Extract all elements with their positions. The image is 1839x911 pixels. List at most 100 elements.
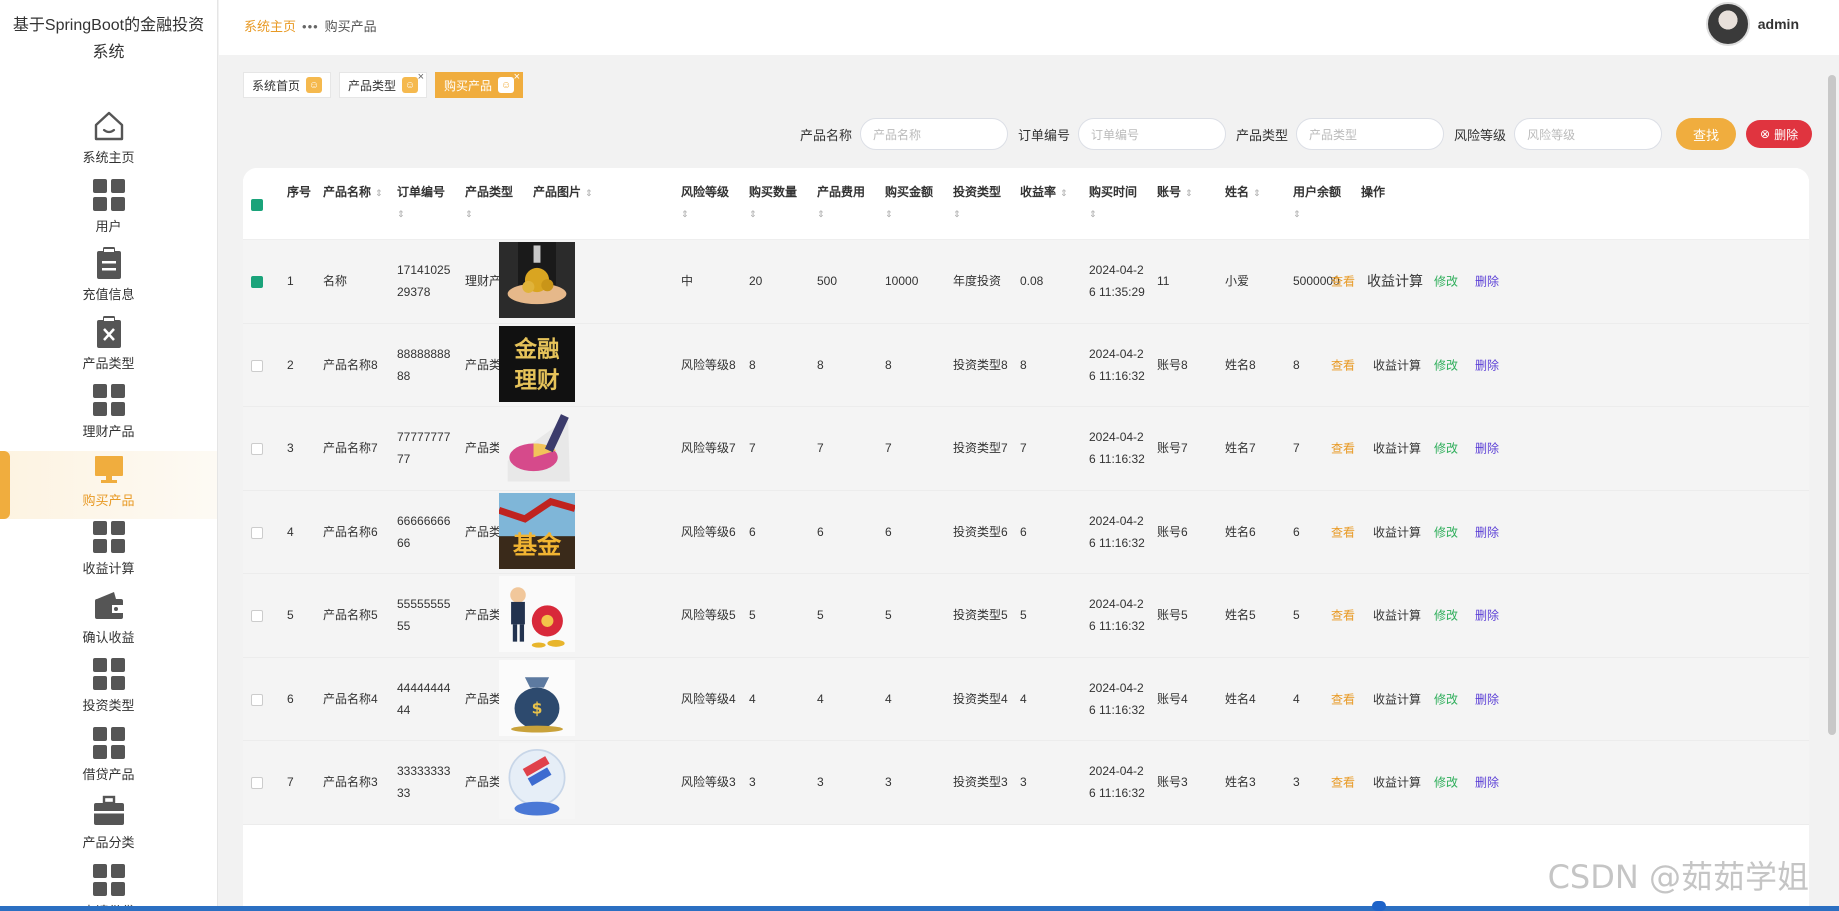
horizontal-scrollbar[interactable]	[0, 901, 1839, 911]
calc-income-button[interactable]: 收益计算	[1373, 774, 1421, 791]
calc-income-button[interactable]: 收益计算	[1373, 356, 1421, 373]
column-header[interactable]: 收益率 ⇕	[1020, 182, 1068, 203]
sort-icon[interactable]: ⇕	[375, 183, 383, 203]
column-header[interactable]: 投资类型 ⇕	[953, 182, 1001, 224]
sidebar-item-1[interactable]: 用户	[0, 177, 217, 246]
sort-icon[interactable]: ⇕	[953, 204, 1001, 224]
sort-icon[interactable]: ⇕	[1253, 183, 1261, 203]
find-button[interactable]: 查找	[1676, 118, 1737, 150]
sidebar-item-4[interactable]: 理财产品	[0, 382, 217, 451]
order-number-input[interactable]: 订单编号	[1078, 118, 1227, 150]
sort-icon[interactable]: ⇕	[885, 204, 933, 224]
sidebar-item-9[interactable]: 借贷产品	[0, 725, 217, 794]
calc-income-button[interactable]: 收益计算	[1373, 523, 1421, 540]
product-name-input[interactable]: 产品名称	[860, 118, 1009, 150]
sidebar-item-10[interactable]: 产品分类	[0, 793, 217, 862]
sort-icon[interactable]: ⇕	[749, 204, 797, 224]
edit-button[interactable]: 修改	[1434, 774, 1458, 791]
column-header[interactable]: 购买金额 ⇕	[885, 182, 933, 224]
tab-2[interactable]: 购买产品 ☺ ×	[435, 71, 524, 98]
calc-income-button[interactable]: 收益计算	[1373, 607, 1421, 624]
row-checkbox[interactable]	[251, 359, 263, 372]
row-checkbox[interactable]	[251, 276, 263, 288]
delete-row-button[interactable]: 删除	[1475, 440, 1499, 457]
sidebar-item-2[interactable]: 充值信息	[0, 245, 217, 314]
edit-button[interactable]: 修改	[1434, 523, 1458, 540]
column-header[interactable]: 产品图片 ⇕	[533, 182, 593, 203]
delete-row-button[interactable]: 删除	[1475, 774, 1499, 791]
row-checkbox[interactable]	[251, 693, 263, 706]
view-button[interactable]: 查看	[1331, 774, 1355, 791]
select-all-checkbox[interactable]	[251, 199, 263, 211]
column-header[interactable]: 购买数量 ⇕	[749, 182, 797, 224]
calc-income-button[interactable]: 收益计算	[1373, 690, 1421, 707]
sort-icon[interactable]: ⇕	[1293, 204, 1341, 224]
sidebar-item-5[interactable]: 购买产品	[0, 450, 217, 519]
tab-0[interactable]: 系统首页 ☺	[243, 72, 332, 98]
edit-button[interactable]: 修改	[1434, 607, 1458, 624]
sidebar-item-3[interactable]: 产品类型	[0, 314, 217, 383]
product-type-input[interactable]: 产品类型	[1296, 118, 1445, 150]
close-icon[interactable]: ×	[418, 71, 424, 83]
column-header[interactable]: 订单编号 ⇕	[397, 182, 445, 224]
column-header[interactable]: 账号 ⇕	[1157, 182, 1193, 203]
row-checkbox[interactable]	[251, 526, 263, 539]
column-header[interactable]: 产品名称 ⇕	[323, 182, 383, 203]
table-row[interactable]: 6 产品名称4 产品类型4 风险等级4 4 4 4 投资类型4 4 账号4 姓名4 4 44444444…	[243, 657, 1809, 741]
row-checkbox[interactable]	[251, 777, 263, 789]
sidebar-item-7[interactable]: 确认收益	[0, 588, 217, 657]
column-header[interactable]: 姓名 ⇕	[1225, 182, 1261, 203]
table-row[interactable]: 7 产品名称3 产品类型3 风险等级3 3 3 3 投资类型3 3 账号3 姓名3 3 33333333…	[243, 741, 1809, 825]
calc-income-button[interactable]: 收益计算	[1373, 440, 1421, 457]
column-header[interactable]: 购买时间 ⇕	[1089, 182, 1137, 224]
tab-1[interactable]: 产品类型 ☺ ×	[339, 71, 428, 98]
row-checkbox[interactable]	[251, 443, 263, 455]
sort-icon[interactable]: ⇕	[465, 204, 513, 224]
sort-icon[interactable]: ⇕	[1060, 183, 1068, 203]
sort-icon[interactable]: ⇕	[681, 204, 729, 224]
scrollbar-knob[interactable]	[1372, 901, 1386, 911]
delete-row-button[interactable]: 删除	[1475, 356, 1499, 373]
column-header[interactable]: 产品类型 ⇕	[465, 182, 513, 224]
column-header[interactable]: 风险等级 ⇕	[681, 182, 729, 224]
table-row[interactable]: 2 产品名称8 产品类型8 风险等级8 8 8 8 投资类型8 8 账号8 姓名8 8 88888888…	[243, 323, 1809, 407]
row-checkbox[interactable]	[251, 610, 263, 622]
view-button[interactable]: 查看	[1331, 273, 1355, 290]
edit-button[interactable]: 修改	[1434, 440, 1458, 457]
table-row[interactable]: 1 名称 理财产品中 20 500 10000 年度投资 0.08 11 小爱 5000000 171…	[243, 240, 1809, 324]
scrollbar-thumb[interactable]	[1828, 75, 1836, 735]
sidebar-item-11[interactable]: 申请借贷	[0, 862, 217, 911]
sort-icon[interactable]: ⇕	[397, 204, 445, 224]
edit-button[interactable]: 修改	[1434, 356, 1458, 373]
delete-row-button[interactable]: 删除	[1475, 273, 1499, 290]
view-button[interactable]: 查看	[1331, 607, 1355, 624]
view-button[interactable]: 查看	[1331, 440, 1355, 457]
edit-button[interactable]: 修改	[1434, 690, 1458, 707]
risk-level-input[interactable]: 风险等级	[1514, 118, 1663, 150]
table-row[interactable]: 4 产品名称6 产品类型6 风险等级6 6 6 6 投资类型6 6 账号6 姓名6 6 66666666…	[243, 490, 1809, 574]
table-row[interactable]: 5 产品名称5 产品类型5 风险等级5 5 5 5 投资类型5 5 账号5 姓名5 5 55555555…	[243, 574, 1809, 658]
breadcrumb-home[interactable]: 系统主页	[244, 19, 296, 34]
sort-icon[interactable]: ⇕	[817, 204, 865, 224]
delete-row-button[interactable]: 删除	[1475, 523, 1499, 540]
edit-button[interactable]: 修改	[1434, 273, 1458, 290]
column-header[interactable]: 用户余额 ⇕	[1293, 182, 1341, 224]
sidebar-item-8[interactable]: 投资类型	[0, 656, 217, 725]
sort-icon[interactable]: ⇕	[1089, 204, 1137, 224]
vertical-scrollbar[interactable]	[1825, 55, 1839, 911]
view-button[interactable]: 查看	[1331, 356, 1355, 373]
view-button[interactable]: 查看	[1331, 690, 1355, 707]
delete-row-button[interactable]: 删除	[1475, 607, 1499, 624]
sort-icon[interactable]: ⇕	[585, 183, 593, 203]
view-button[interactable]: 查看	[1331, 523, 1355, 540]
delete-row-button[interactable]: 删除	[1475, 690, 1499, 707]
sidebar-item-6[interactable]: 收益计算	[0, 519, 217, 588]
table-row[interactable]: 3 产品名称7 产品类型7 风险等级7 7 7 7 投资类型7 7 账号7 姓名7 7 77777777…	[243, 407, 1809, 491]
calc-income-button[interactable]: 收益计算	[1367, 271, 1423, 291]
sort-icon[interactable]: ⇕	[1185, 183, 1193, 203]
user-menu[interactable]: admin	[1705, 2, 1799, 46]
sidebar-item-0[interactable]: 系统主页	[0, 108, 217, 177]
close-icon[interactable]: ×	[514, 71, 520, 83]
avatar[interactable]	[1705, 2, 1750, 46]
delete-button[interactable]: ⊗ 删除	[1746, 120, 1813, 148]
